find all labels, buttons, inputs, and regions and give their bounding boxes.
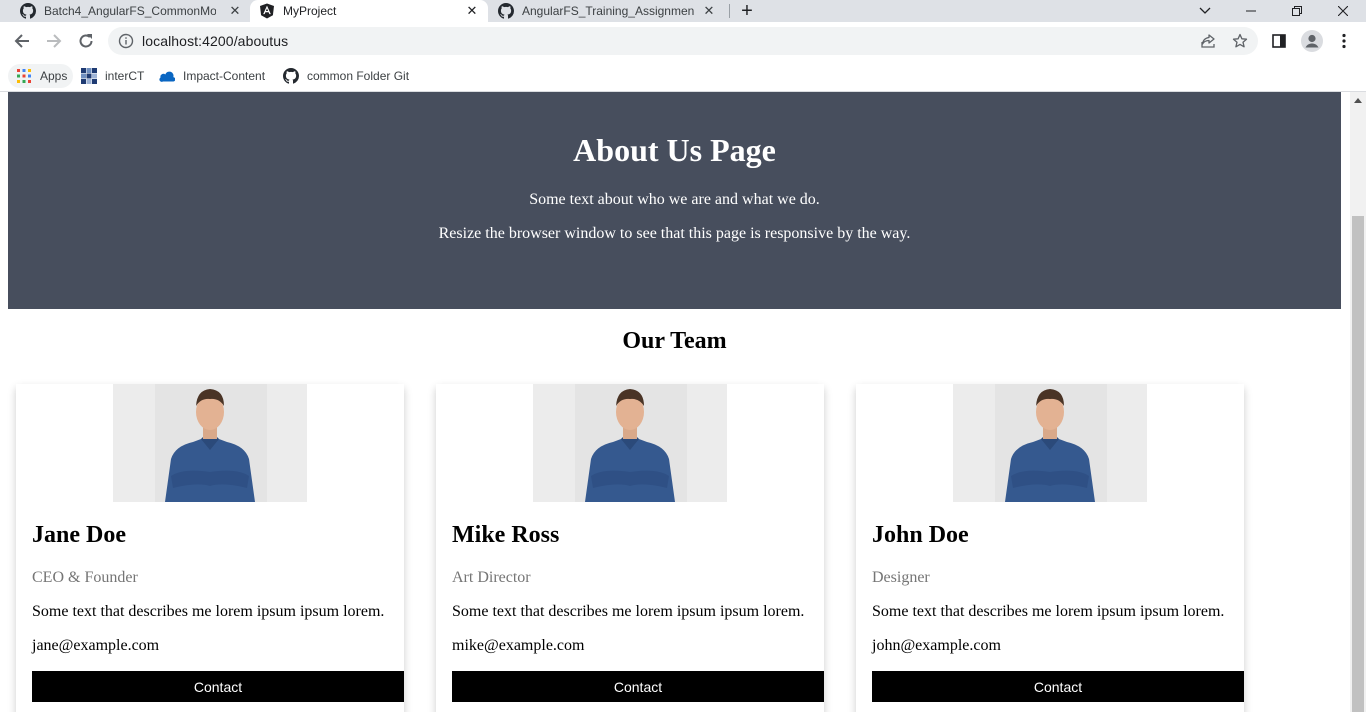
- apps-grid-icon: [16, 68, 32, 84]
- about-hero: About Us Page Some text about who we are…: [8, 92, 1341, 309]
- chevron-down-icon: [1199, 7, 1211, 14]
- more-vert-icon: [1342, 33, 1346, 49]
- team-photo: [953, 384, 1147, 502]
- browser-toolbar: localhost:4200/aboutus: [0, 22, 1366, 60]
- restore-button[interactable]: [1274, 0, 1320, 22]
- angular-icon: [259, 3, 275, 19]
- tab-title: MyProject: [283, 4, 337, 18]
- contact-button[interactable]: Contact: [872, 671, 1244, 702]
- member-description: Some text that describes me lorem ipsum …: [452, 603, 805, 620]
- close-icon: [1338, 6, 1348, 16]
- menu-button[interactable]: [1330, 27, 1358, 55]
- member-email: john@example.com: [872, 637, 1001, 654]
- page-title: About Us Page: [573, 132, 776, 168]
- team-card: John Doe Designer Some text that describ…: [856, 384, 1244, 712]
- team-card: Mike Ross Art Director Some text that de…: [436, 384, 824, 712]
- arrow-left-icon: [14, 34, 29, 48]
- team-card: Jane Doe CEO & Founder Some text that de…: [16, 384, 404, 712]
- side-panel-button[interactable]: [1265, 27, 1293, 55]
- team-heading: Our Team: [622, 328, 727, 354]
- bookmark-label: Impact-Content: [183, 69, 266, 83]
- member-role: Designer: [872, 569, 930, 586]
- bookmark-label: common Folder Git: [307, 69, 410, 83]
- bookmark-label: interCT: [105, 69, 145, 83]
- member-email: jane@example.com: [32, 637, 160, 654]
- info-icon[interactable]: [118, 33, 134, 49]
- onedrive-cloud-icon: [159, 68, 175, 84]
- scroll-up-arrow-icon[interactable]: [1350, 92, 1366, 109]
- page-scrollbar[interactable]: [1350, 92, 1366, 712]
- minimize-button[interactable]: [1228, 0, 1274, 22]
- page-viewport: About Us Page Some text about who we are…: [0, 92, 1350, 712]
- minimize-icon: [1246, 10, 1256, 12]
- hero-text: Some text about who we are and what we d…: [529, 191, 820, 208]
- member-description: Some text that describes me lorem ipsum …: [32, 603, 385, 620]
- github-icon: [498, 3, 514, 19]
- bookmark-impact-content[interactable]: Impact-Content: [159, 64, 265, 88]
- tab-github-batch4[interactable]: Batch4_AngularFS_CommonModules ✕: [20, 0, 246, 22]
- team-photo: [113, 384, 307, 502]
- bookmark-label: Apps: [40, 69, 68, 83]
- tab-title: Batch4_AngularFS_CommonModules: [44, 4, 216, 18]
- tab-myproject[interactable]: MyProject ✕: [250, 0, 488, 22]
- member-name: John Doe: [872, 522, 969, 548]
- scrollbar-thumb[interactable]: [1352, 216, 1364, 712]
- arrow-right-icon: [47, 34, 62, 48]
- restore-icon: [1292, 6, 1302, 16]
- interct-icon: [81, 68, 97, 84]
- close-window-button[interactable]: [1320, 0, 1366, 22]
- bookmarks-bar: Apps interCT Impact-Content common Folde…: [0, 60, 1366, 92]
- hero-text: Resize the browser window to see that th…: [438, 225, 911, 242]
- bookmark-star-icon[interactable]: [1232, 33, 1248, 54]
- reload-icon: [79, 34, 93, 48]
- member-role: CEO & Founder: [32, 569, 138, 586]
- side-panel-icon: [1272, 34, 1286, 48]
- close-icon[interactable]: ✕: [698, 0, 720, 22]
- member-role: Art Director: [452, 569, 531, 586]
- bookmark-interct[interactable]: interCT: [81, 64, 144, 88]
- new-tab-button[interactable]: +: [725, 0, 769, 22]
- close-icon[interactable]: ✕: [224, 0, 246, 22]
- back-button[interactable]: [8, 27, 36, 55]
- close-icon[interactable]: ✕: [461, 0, 483, 22]
- contact-button[interactable]: Contact: [452, 671, 824, 702]
- github-icon: [283, 68, 299, 84]
- tab-title: AngularFS_Training_Assignments: [522, 4, 694, 18]
- contact-button[interactable]: Contact: [32, 671, 404, 702]
- share-icon[interactable]: [1200, 33, 1216, 54]
- tab-search-button[interactable]: [1182, 0, 1228, 22]
- github-icon: [20, 3, 36, 19]
- bookmark-common-folder-git[interactable]: common Folder Git: [283, 64, 409, 88]
- team-photo: [533, 384, 727, 502]
- member-email: mike@example.com: [452, 637, 585, 654]
- tab-strip: Batch4_AngularFS_CommonModules ✕ MyProje…: [0, 0, 1366, 22]
- tab-github-assignments[interactable]: AngularFS_Training_Assignments ✕: [498, 0, 720, 22]
- forward-button[interactable]: [40, 27, 68, 55]
- avatar-icon: [1301, 30, 1323, 52]
- reload-button[interactable]: [72, 27, 100, 55]
- member-name: Mike Ross: [452, 522, 560, 548]
- member-name: Jane Doe: [32, 522, 126, 548]
- member-description: Some text that describes me lorem ipsum …: [872, 603, 1225, 620]
- bookmark-apps[interactable]: Apps: [8, 64, 74, 88]
- address-bar[interactable]: localhost:4200/aboutus: [108, 27, 1258, 55]
- url-text: localhost:4200/aboutus: [142, 33, 289, 49]
- profile-button[interactable]: [1298, 27, 1326, 55]
